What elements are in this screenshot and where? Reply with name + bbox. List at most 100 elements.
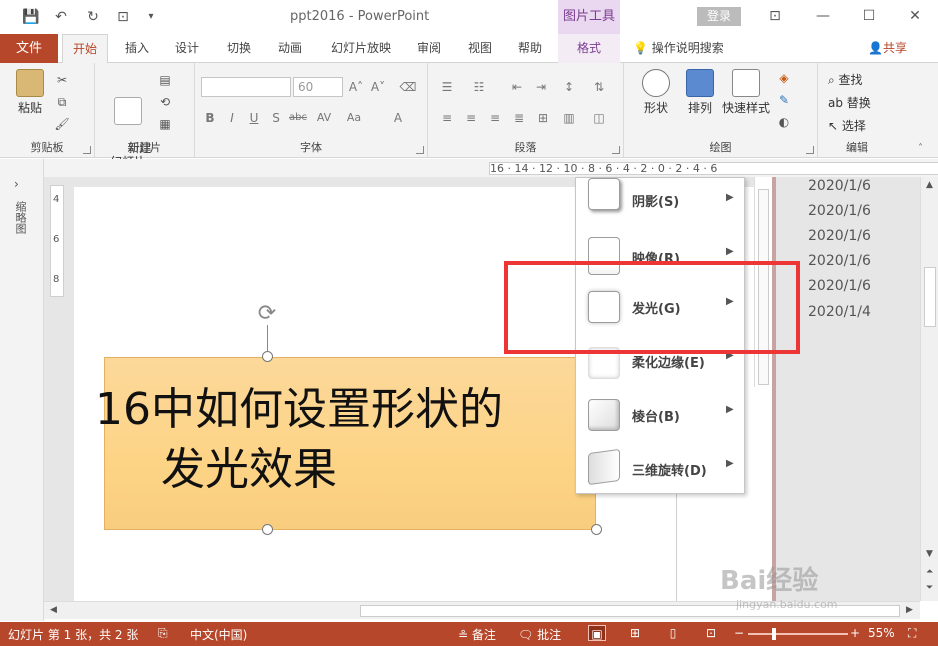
arrange-button[interactable]: 排列 (680, 69, 720, 116)
redo-icon[interactable]: ↻ (84, 8, 102, 26)
font-size-combo[interactable]: 60 (293, 77, 343, 97)
tab-format[interactable]: 格式 (558, 34, 620, 63)
strikethrough-icon[interactable]: abc (289, 109, 307, 127)
paste-button[interactable]: 粘贴 (12, 69, 48, 116)
zoom-slider-thumb[interactable] (772, 628, 776, 640)
expand-thumbnails-icon[interactable]: › (14, 177, 19, 191)
present-icon[interactable]: ⊡ (114, 8, 132, 26)
previous-slide-icon[interactable]: ⏶ (926, 567, 933, 577)
shape-outline-icon[interactable]: ✎ (776, 93, 792, 107)
find-button[interactable]: ⌕ 查找 (828, 71, 863, 88)
decrease-indent-icon[interactable]: ⇤ (508, 78, 526, 96)
scroll-up-icon[interactable]: ▲ (926, 180, 933, 190)
comments-button[interactable]: 🗨 批注 (518, 626, 561, 643)
numbering-icon[interactable]: ☷ (470, 78, 488, 96)
scroll-right-icon[interactable]: ▶ (906, 605, 913, 615)
collapse-ribbon-icon[interactable]: ˄ (918, 143, 923, 154)
notes-button[interactable]: ≗ 备注 (458, 626, 496, 643)
tab-help[interactable]: 帮助 (511, 34, 549, 63)
distribute-icon[interactable]: ⊞ (534, 109, 552, 127)
slideshow-icon[interactable]: ⊡ (702, 625, 720, 641)
change-case-icon[interactable]: Aa (345, 109, 363, 127)
menu-item-3d-rotation[interactable]: 三维旋转(D) ▶ (576, 442, 744, 492)
tab-animations[interactable]: 动画 (271, 34, 309, 63)
justify-icon[interactable]: ≣ (510, 109, 528, 127)
quick-styles-button[interactable]: 快速样式 (720, 69, 772, 116)
customize-qat-icon[interactable]: ▾ (142, 8, 160, 26)
columns-icon[interactable]: ▥ (560, 109, 578, 127)
font-launcher-icon[interactable] (416, 146, 424, 154)
selected-shape[interactable]: 16中如何设置形状的 发光效果 (95, 357, 597, 530)
menu-item-shadow[interactable]: 阴影(S) ▶ (576, 178, 744, 228)
tab-home[interactable]: 开始 (62, 34, 108, 64)
tab-insert[interactable]: 插入 (118, 34, 156, 63)
scroll-left-icon[interactable]: ◀ (50, 605, 57, 615)
menu-item-bevel[interactable]: 棱台(B) ▶ (576, 390, 744, 440)
tell-me-search[interactable]: 💡 操作说明搜索 (633, 34, 724, 63)
align-left-icon[interactable]: ≡ (438, 109, 456, 127)
align-right-icon[interactable]: ≡ (486, 109, 504, 127)
font-name-combo[interactable] (201, 77, 291, 97)
shape-text[interactable]: 16中如何设置形状的 发光效果 (95, 380, 597, 500)
fit-to-window-icon[interactable]: ⛶ (908, 626, 916, 641)
copy-icon[interactable]: ⧉ (54, 95, 70, 109)
bold-icon[interactable]: B (201, 109, 219, 127)
align-center-icon[interactable]: ≡ (462, 109, 480, 127)
next-slide-icon[interactable]: ⏷ (926, 583, 933, 593)
maximize-icon[interactable]: ☐ (858, 6, 880, 26)
resize-handle-bottom-right[interactable] (591, 524, 602, 535)
ribbon-display-icon[interactable]: ⊡ (764, 6, 786, 26)
convert-smartart-icon[interactable]: ◫ (590, 109, 608, 127)
clipboard-launcher-icon[interactable] (83, 146, 91, 154)
text-direction-icon[interactable]: ⇅ (590, 78, 608, 96)
reading-view-icon[interactable]: ▯ (664, 625, 682, 641)
save-icon[interactable]: 💾 (22, 8, 40, 26)
zoom-in-icon[interactable]: + (850, 626, 860, 640)
replace-button[interactable]: ab 替换 (828, 94, 871, 111)
rotate-handle-icon[interactable]: ⟳ (254, 301, 280, 327)
spellcheck-icon[interactable]: ⎘ (158, 626, 168, 641)
line-spacing-icon[interactable]: ↕ (560, 78, 578, 96)
format-painter-icon[interactable]: 🖌 (54, 117, 70, 131)
char-spacing-icon[interactable]: AV (315, 109, 333, 127)
undo-icon[interactable]: ↶ (52, 8, 70, 26)
shapes-button[interactable]: 形状 (636, 69, 676, 116)
share-button[interactable]: 👤共享 (868, 34, 907, 63)
resize-handle-top[interactable] (262, 351, 273, 362)
underline-icon[interactable]: U (245, 109, 263, 127)
tab-view[interactable]: 视图 (461, 34, 499, 63)
drawing-launcher-icon[interactable] (806, 146, 814, 154)
zoom-level[interactable]: 55% (868, 626, 895, 640)
shrink-font-icon[interactable]: A˅ (369, 78, 387, 96)
cut-icon[interactable]: ✂ (54, 73, 70, 87)
zoom-slider[interactable] (748, 633, 848, 635)
resize-handle-bottom[interactable] (262, 524, 273, 535)
tab-review[interactable]: 审阅 (410, 34, 448, 63)
italic-icon[interactable]: I (223, 109, 241, 127)
shape-effects-icon[interactable]: ◐ (776, 115, 792, 129)
zoom-out-icon[interactable]: − (734, 626, 744, 640)
vertical-scroll-thumb[interactable] (924, 267, 936, 327)
font-color-icon[interactable]: A (389, 109, 407, 127)
vertical-scrollbar[interactable]: ▲ ▼ ⏶ ⏷ (920, 177, 938, 601)
shadow-text-icon[interactable]: S (267, 109, 285, 127)
tab-design[interactable]: 设计 (168, 34, 206, 63)
paragraph-launcher-icon[interactable] (612, 146, 620, 154)
reset-icon[interactable]: ⟲ (157, 95, 173, 109)
section-icon[interactable]: ▦ (157, 117, 173, 131)
clear-format-icon[interactable]: ⌫ (399, 78, 417, 96)
tab-transitions[interactable]: 切换 (220, 34, 258, 63)
scroll-down-icon[interactable]: ▼ (926, 549, 933, 559)
login-button[interactable]: 登录 (697, 7, 741, 26)
tab-file[interactable]: 文件 (0, 34, 58, 63)
bullets-icon[interactable]: ☰ (438, 78, 456, 96)
tab-slideshow[interactable]: 幻灯片放映 (324, 34, 398, 63)
language-indicator[interactable]: 中文(中国) (190, 626, 247, 643)
minimize-icon[interactable]: — (812, 6, 834, 26)
shape-fill-icon[interactable]: ◈ (776, 71, 792, 85)
layout-icon[interactable]: ▤ (157, 73, 173, 87)
slide-sorter-icon[interactable]: ⊞ (626, 625, 644, 641)
select-button[interactable]: ↖ 选择 (828, 117, 866, 134)
normal-view-icon[interactable]: ▣ (588, 625, 606, 641)
close-icon[interactable]: ✕ (904, 6, 926, 26)
